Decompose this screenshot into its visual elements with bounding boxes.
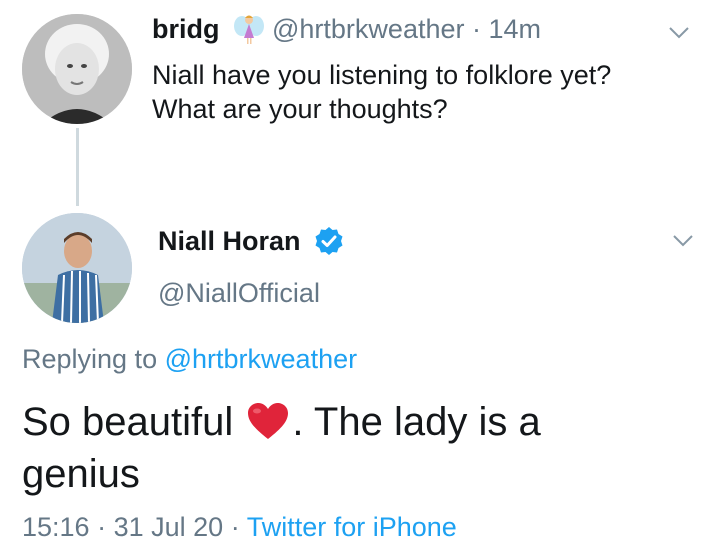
tweet2-date[interactable]: 31 Jul 20 [114, 512, 224, 542]
tweet2-text-line2: genius [22, 452, 140, 496]
tweet2-handle[interactable]: @NiallOfficial [158, 278, 320, 309]
avatar-bridg-image [22, 14, 132, 124]
fairy-icon [232, 12, 266, 46]
tweet1-text: Niall have you listening to folklore yet… [152, 58, 692, 126]
tweet1-separator: · [472, 14, 481, 44]
verified-badge-icon [314, 226, 344, 256]
avatar-niall-image [22, 213, 132, 323]
tweet1-display-name[interactable]: bridg [152, 14, 220, 45]
replying-prefix: Replying to [22, 344, 158, 374]
tweet1-handle[interactable]: @hrtbrkweather [272, 14, 464, 44]
tweet2-text: So beautiful . The lady is a genius [22, 396, 702, 500]
thread-connector-line [76, 128, 79, 206]
tweet2-text-part2: . The lady is a [292, 400, 541, 444]
avatar-niall[interactable] [22, 213, 132, 323]
tweet2-text-part1: So beautiful [22, 400, 234, 444]
avatar-bridg[interactable] [22, 14, 132, 124]
tweet2-display-name[interactable]: Niall Horan [158, 226, 301, 257]
tweet1-time[interactable]: 14m [489, 14, 542, 44]
tweet2-time[interactable]: 15:16 [22, 512, 90, 542]
tweet1-text-line1: Niall have you listening to folklore yet… [152, 60, 612, 90]
replying-to: Replying to @hrtbrkweather [22, 344, 357, 375]
tweet2-meta: 15:16 · 31 Jul 20 · Twitter for iPhone [22, 512, 457, 543]
meta-separator-2: · [230, 512, 240, 542]
tweet2-chevron-down-icon[interactable] [672, 234, 694, 248]
replying-handle-link[interactable]: @hrtbrkweather [165, 344, 357, 374]
tweet1-handle-time[interactable]: @hrtbrkweather · 14m [272, 14, 541, 45]
red-heart-icon [246, 401, 290, 441]
tweet1-text-line2: What are your thoughts? [152, 94, 448, 124]
tweet2-source-link[interactable]: Twitter for iPhone [247, 512, 457, 542]
meta-separator-1: · [97, 512, 107, 542]
tweet1-chevron-down-icon[interactable] [668, 26, 690, 40]
tweet2-text-line1: So beautiful . The lady is a [22, 396, 702, 448]
